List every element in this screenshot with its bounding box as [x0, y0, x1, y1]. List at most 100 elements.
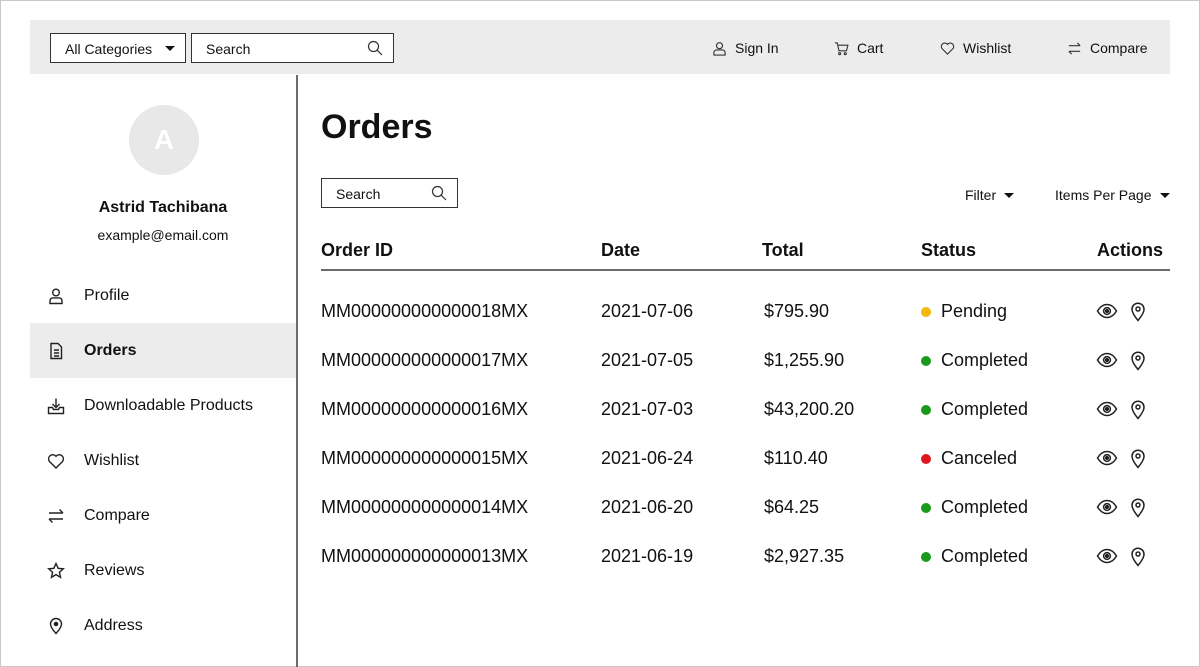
- items-per-page-dropdown[interactable]: Items Per Page: [1055, 187, 1170, 203]
- table-row: MM000000000000014MX 2021-06-20 $64.25 Compl…: [321, 495, 1170, 525]
- status-dot: [921, 307, 931, 317]
- order-date-cell: 2021-06-19: [601, 546, 694, 566]
- order-id-cell: MM000000000000014MX: [321, 497, 529, 517]
- sidebar-item-orders[interactable]: Orders: [30, 323, 296, 378]
- order-id-cell: MM000000000000017MX: [321, 350, 529, 370]
- swap-arrows-icon: [47, 507, 65, 525]
- order-status-cell: Canceled: [941, 448, 1018, 468]
- status-dot: [921, 552, 931, 562]
- caret-down-icon: [1159, 192, 1170, 198]
- order-total-cell: $795.90: [764, 301, 830, 321]
- filter-dropdown[interactable]: Filter: [965, 187, 1015, 203]
- user-email: example@email.com: [97, 227, 229, 243]
- account-sidebar: A Astrid Tachibana example@email.com Pro…: [30, 75, 296, 667]
- top-bar: All Categories Sign In Cart Wishlist Com…: [30, 20, 1170, 74]
- eye-icon[interactable]: [1096, 496, 1118, 518]
- eye-icon[interactable]: [1096, 349, 1118, 371]
- eye-icon[interactable]: [1096, 447, 1118, 469]
- top-search-input[interactable]: [206, 41, 356, 57]
- nav-compare-label: Compare: [1090, 40, 1148, 56]
- eye-icon[interactable]: [1096, 300, 1118, 322]
- orders-search-input[interactable]: [336, 186, 426, 202]
- map-pin-icon[interactable]: [1127, 545, 1149, 567]
- table-row: MM000000000000016MX 2021-07-03 $43,200.20 C…: [321, 397, 1170, 427]
- eye-icon[interactable]: [1096, 545, 1118, 567]
- cart-icon: [834, 41, 849, 55]
- table-row: MM000000000000017MX 2021-07-05 $1,255.90 Co…: [321, 348, 1170, 378]
- order-date-cell: 2021-06-24: [601, 448, 694, 468]
- order-status-cell: Pending: [941, 301, 1008, 321]
- nav-cart[interactable]: Cart: [834, 39, 883, 57]
- search-icon[interactable]: [431, 185, 447, 201]
- status-dot: [921, 503, 931, 513]
- sidebar-item-label: Wishlist: [84, 451, 140, 469]
- user-icon: [713, 41, 726, 56]
- order-total-cell: $64.25: [764, 497, 820, 517]
- map-pin-icon[interactable]: [1127, 496, 1149, 518]
- user-icon: [47, 287, 65, 305]
- status-dot: [921, 454, 931, 464]
- order-status-cell: Completed: [941, 546, 1029, 566]
- order-id-cell: MM000000000000018MX: [321, 301, 529, 321]
- sidebar-item-address[interactable]: Address: [30, 598, 296, 653]
- heart-icon: [940, 42, 955, 55]
- map-pin-icon[interactable]: [1127, 398, 1149, 420]
- sidebar-item-label: Reviews: [84, 561, 145, 579]
- page-title: Orders: [321, 108, 433, 146]
- sidebar-item-compare[interactable]: Compare: [30, 488, 296, 543]
- document-icon: [47, 342, 65, 360]
- order-date-cell: 2021-07-05: [601, 350, 694, 370]
- items-per-page-label: Items Per Page: [1055, 187, 1152, 203]
- column-header-date[interactable]: Date: [601, 240, 640, 261]
- order-date-cell: 2021-06-20: [601, 497, 694, 517]
- nav-sign-in-label: Sign In: [735, 40, 779, 56]
- column-header-status[interactable]: Status: [921, 240, 976, 261]
- eye-icon[interactable]: [1096, 398, 1118, 420]
- nav-wishlist[interactable]: Wishlist: [940, 39, 1011, 57]
- order-id-cell: MM000000000000016MX: [321, 399, 529, 419]
- sidebar-item-wishlist[interactable]: Wishlist: [30, 433, 296, 488]
- order-date-cell: 2021-07-06: [601, 301, 694, 321]
- table-row: MM000000000000013MX 2021-06-19 $2,927.35 Co…: [321, 544, 1170, 574]
- sidebar-item-label: Compare: [84, 506, 150, 524]
- sidebar-item-label: Downloadable Products: [84, 396, 253, 414]
- column-header-total[interactable]: Total: [762, 240, 804, 261]
- map-pin-icon: [47, 617, 65, 635]
- nav-cart-label: Cart: [857, 40, 884, 56]
- order-total-cell: $2,927.35: [764, 546, 845, 566]
- sidebar-item-downloadable-products[interactable]: Downloadable Products: [30, 378, 296, 433]
- status-dot: [921, 356, 931, 366]
- order-id-cell: MM000000000000013MX: [321, 546, 529, 566]
- sidebar-item-reviews[interactable]: Reviews: [30, 543, 296, 598]
- order-total-cell: $1,255.90: [764, 350, 845, 370]
- user-name: Astrid Tachibana: [98, 199, 228, 216]
- heart-icon: [47, 452, 65, 470]
- map-pin-icon[interactable]: [1127, 300, 1149, 322]
- category-select-value: All Categories: [65, 41, 153, 57]
- map-pin-icon[interactable]: [1127, 349, 1149, 371]
- nav-compare[interactable]: Compare: [1067, 39, 1148, 57]
- order-status-cell: Completed: [941, 399, 1029, 419]
- map-pin-icon[interactable]: [1127, 447, 1149, 469]
- table-header-divider: [321, 269, 1170, 271]
- swap-arrows-icon: [1068, 41, 1081, 55]
- status-dot: [921, 405, 931, 415]
- download-tray-icon: [47, 397, 65, 415]
- top-search-box: [191, 33, 394, 63]
- column-header-order-id[interactable]: Order ID: [321, 240, 393, 261]
- category-select[interactable]: All Categories: [50, 33, 186, 63]
- nav-sign-in[interactable]: Sign In: [712, 39, 779, 57]
- sidebar-item-label: Address: [84, 616, 143, 634]
- star-icon: [47, 561, 65, 580]
- search-icon[interactable]: [367, 40, 383, 56]
- caret-down-icon: [1004, 192, 1015, 198]
- order-status-cell: Completed: [941, 497, 1029, 517]
- column-header-actions: Actions: [1097, 240, 1164, 260]
- order-total-cell: $43,200.20: [764, 399, 855, 419]
- order-date-cell: 2021-07-03: [601, 399, 694, 419]
- avatar: A: [129, 105, 199, 175]
- order-status-cell: Completed: [941, 350, 1029, 370]
- sidebar-divider: [296, 75, 298, 667]
- sidebar-item-label: Orders: [84, 341, 137, 359]
- sidebar-item-profile[interactable]: Profile: [30, 268, 296, 323]
